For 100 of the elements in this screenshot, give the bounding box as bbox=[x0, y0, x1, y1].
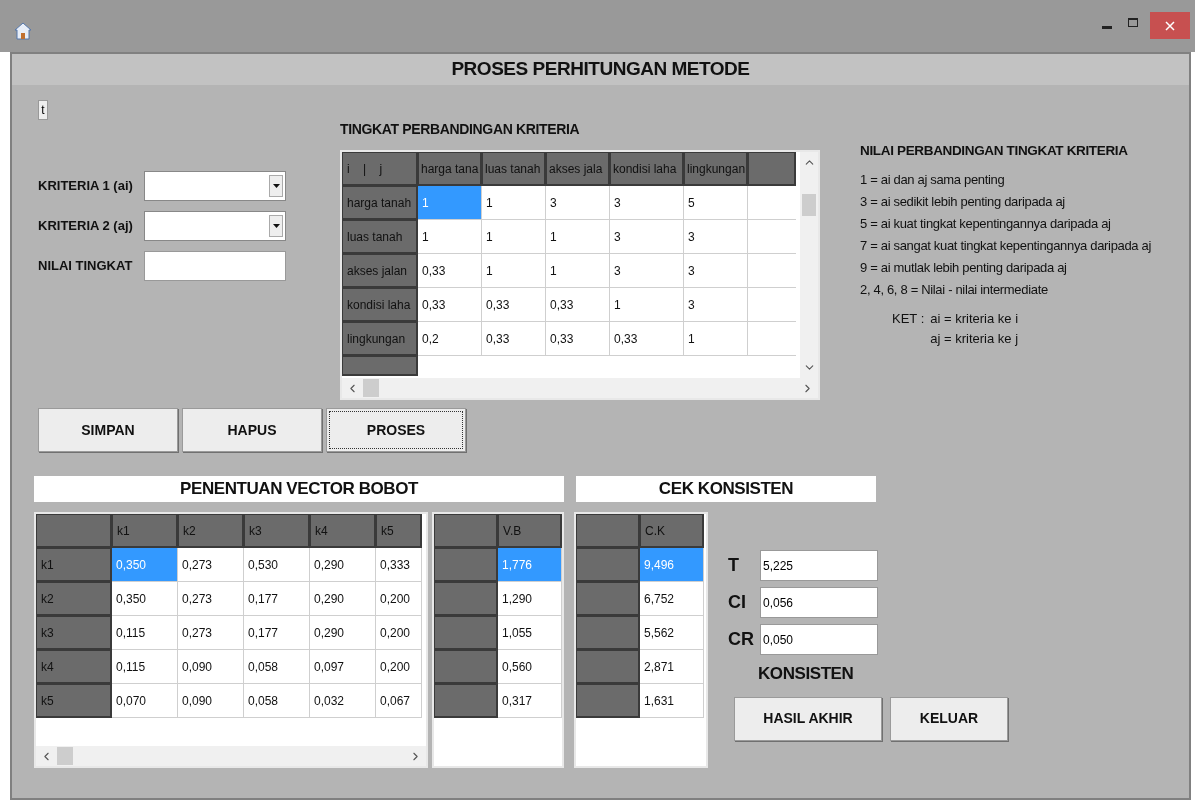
maximize-icon[interactable] bbox=[1128, 18, 1138, 27]
scroll-thumb[interactable] bbox=[802, 194, 816, 216]
action-button[interactable]: PROSES bbox=[326, 408, 466, 452]
column-header: lingkungan bbox=[684, 152, 748, 186]
table-cell[interactable]: 1,290 bbox=[498, 582, 562, 616]
table-cell[interactable]: 0,032 bbox=[310, 684, 376, 718]
scroll-thumb[interactable] bbox=[363, 379, 379, 397]
input-field[interactable] bbox=[144, 251, 286, 281]
table-cell[interactable]: 0,317 bbox=[498, 684, 562, 718]
row-header: k2 bbox=[36, 582, 112, 616]
table-cell[interactable]: 0,290 bbox=[310, 616, 376, 650]
table-cell[interactable]: 1 bbox=[482, 220, 546, 254]
table-cell[interactable]: 2,871 bbox=[640, 650, 704, 684]
value-field[interactable]: 5,225 bbox=[760, 550, 878, 581]
table-cell[interactable]: 0,350 bbox=[112, 582, 178, 616]
table-cell[interactable]: 0,200 bbox=[376, 616, 422, 650]
scroll-thumb[interactable] bbox=[57, 747, 73, 765]
table-cell[interactable]: 3 bbox=[546, 186, 610, 220]
legend-line: 7 = ai sangat kuat tingkat kepentingannya daripada aj bbox=[860, 237, 1152, 256]
table-cell[interactable]: 0,33 bbox=[418, 254, 482, 288]
legend-note: aj = kriteria ke j bbox=[930, 330, 1019, 349]
table-cell[interactable]: 0,115 bbox=[112, 616, 178, 650]
table-cell[interactable]: 6,752 bbox=[640, 582, 704, 616]
small-button[interactable]: t bbox=[38, 100, 48, 120]
column-header: akses jala bbox=[546, 152, 610, 186]
table-cell[interactable]: 5 bbox=[684, 186, 748, 220]
table-cell[interactable]: 0,200 bbox=[376, 650, 422, 684]
table-cell[interactable]: 1,055 bbox=[498, 616, 562, 650]
table-cell[interactable]: 3 bbox=[684, 288, 748, 322]
legend-line: 3 = ai sedikit lebih penting daripada aj bbox=[860, 193, 1066, 212]
table-cell[interactable]: 0,067 bbox=[376, 684, 422, 718]
table-cell[interactable]: 0,177 bbox=[244, 616, 310, 650]
section-title: TINGKAT PERBANDINGAN KRITERIA bbox=[340, 120, 581, 139]
table-cell[interactable]: 0,115 bbox=[112, 650, 178, 684]
status-text: KONSISTEN bbox=[758, 663, 855, 685]
table-cell[interactable]: 0,273 bbox=[178, 548, 244, 582]
scrollbar[interactable] bbox=[36, 746, 426, 766]
row-header bbox=[434, 616, 498, 650]
value-field[interactable]: 0,056 bbox=[760, 587, 878, 618]
table-cell[interactable]: 1 bbox=[546, 220, 610, 254]
row-header bbox=[576, 616, 640, 650]
table-cell[interactable]: 0,177 bbox=[244, 582, 310, 616]
table-cell[interactable]: 1 bbox=[418, 220, 482, 254]
table-cell[interactable]: 0,530 bbox=[244, 548, 310, 582]
dropdown[interactable] bbox=[144, 171, 286, 201]
table-cell[interactable]: 3 bbox=[610, 254, 684, 288]
column-header: harga tana bbox=[418, 152, 482, 186]
action-button[interactable]: HASIL AKHIR bbox=[734, 696, 882, 741]
value-field[interactable]: 0,050 bbox=[760, 624, 878, 655]
table-cell[interactable]: 0,097 bbox=[310, 650, 376, 684]
table-cell[interactable]: 3 bbox=[610, 186, 684, 220]
action-button[interactable]: HAPUS bbox=[182, 408, 322, 452]
table-cell[interactable]: 3 bbox=[610, 220, 684, 254]
table-cell[interactable]: 0,058 bbox=[244, 650, 310, 684]
table-cell[interactable]: 0,33 bbox=[546, 322, 610, 356]
table-cell[interactable]: 0,070 bbox=[112, 684, 178, 718]
field-label: NILAI TINGKAT bbox=[38, 257, 134, 276]
table-cell[interactable]: 1 bbox=[482, 254, 546, 288]
dropdown[interactable] bbox=[144, 211, 286, 241]
table-cell[interactable]: 0,560 bbox=[498, 650, 562, 684]
table-cell[interactable]: 3 bbox=[684, 254, 748, 288]
table-cell[interactable]: 1,631 bbox=[640, 684, 704, 718]
row-header bbox=[434, 582, 498, 616]
row-header bbox=[576, 548, 640, 582]
close-button[interactable] bbox=[1150, 12, 1190, 39]
corner-header: i | j bbox=[342, 152, 418, 186]
table-cell[interactable]: 1 bbox=[684, 322, 748, 356]
table-cell[interactable]: 0,33 bbox=[482, 322, 546, 356]
legend-title: NILAI PERBANDINGAN TINGKAT KRITERIA bbox=[860, 142, 1129, 160]
row-header: k1 bbox=[36, 548, 112, 582]
table-cell[interactable]: 0,273 bbox=[178, 616, 244, 650]
action-button[interactable]: SIMPAN bbox=[38, 408, 178, 452]
value-label: CR bbox=[728, 628, 755, 651]
table-cell[interactable]: 3 bbox=[684, 220, 748, 254]
home-icon[interactable] bbox=[14, 22, 32, 40]
table-cell[interactable]: 0,290 bbox=[310, 548, 376, 582]
table-cell[interactable]: 0,090 bbox=[178, 684, 244, 718]
row-header bbox=[434, 548, 498, 582]
column-header: k2 bbox=[178, 514, 244, 548]
table-cell[interactable]: 0,333 bbox=[376, 548, 422, 582]
table-cell[interactable]: 0,2 bbox=[418, 322, 482, 356]
field-label: KRITERIA 1 (ai) bbox=[38, 177, 134, 196]
table-cell[interactable]: 0,33 bbox=[610, 322, 684, 356]
table-cell[interactable]: 0,33 bbox=[418, 288, 482, 322]
table-cell[interactable]: 0,33 bbox=[546, 288, 610, 322]
field-label: KRITERIA 2 (aj) bbox=[38, 217, 134, 236]
table-cell[interactable]: 1 bbox=[546, 254, 610, 288]
window-header: PROSES PERHITUNGAN METODE bbox=[12, 54, 1189, 85]
table-cell[interactable]: 1 bbox=[482, 186, 546, 220]
table-cell[interactable]: 0,090 bbox=[178, 650, 244, 684]
table-cell[interactable]: 5,562 bbox=[640, 616, 704, 650]
table-cell[interactable]: 0,058 bbox=[244, 684, 310, 718]
action-button[interactable]: KELUAR bbox=[890, 696, 1008, 741]
table-cell[interactable]: 0,200 bbox=[376, 582, 422, 616]
table-cell[interactable]: 0,33 bbox=[482, 288, 546, 322]
legend-line: 2, 4, 6, 8 = Nilai - nilai intermediate bbox=[860, 281, 1049, 300]
table-cell[interactable]: 0,273 bbox=[178, 582, 244, 616]
table-cell[interactable]: 1 bbox=[610, 288, 684, 322]
column-header: k4 bbox=[310, 514, 376, 548]
table-cell[interactable]: 0,290 bbox=[310, 582, 376, 616]
